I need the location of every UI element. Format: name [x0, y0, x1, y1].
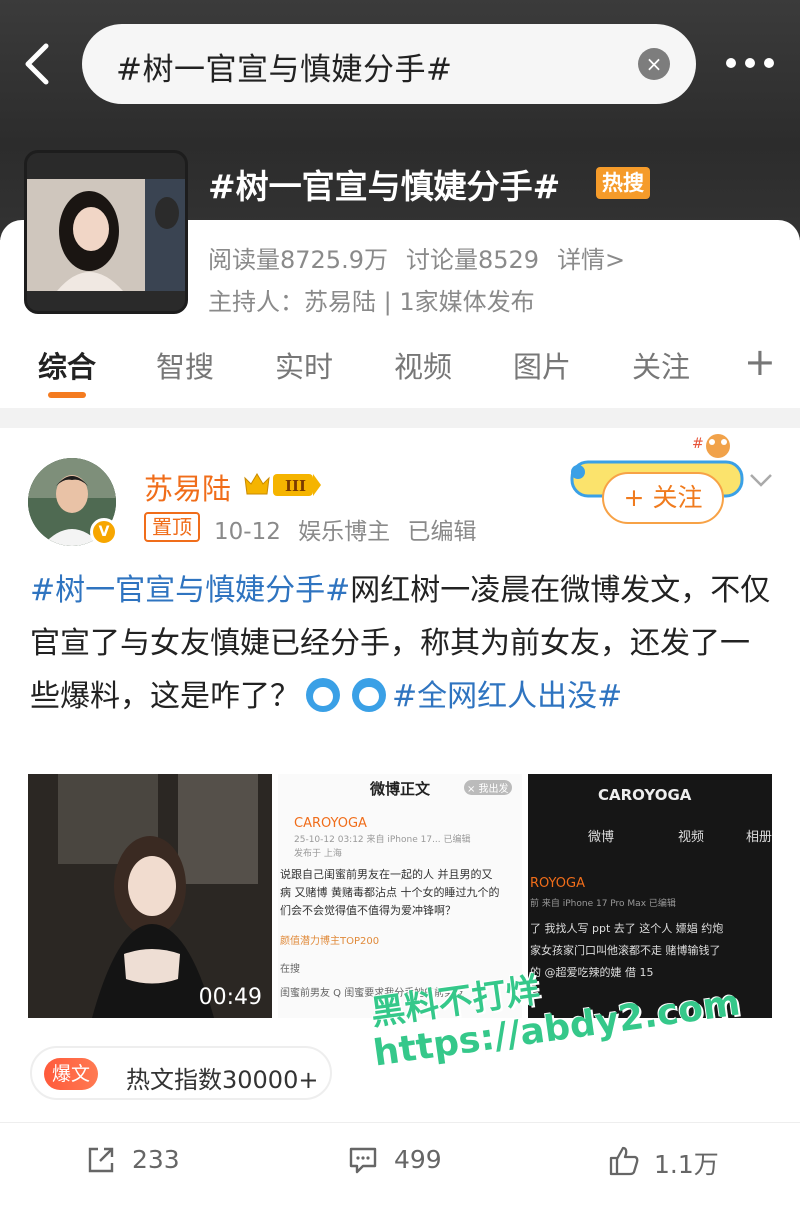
shot2-line: 病 又赌博 黄赌毒都沾点 十个女的睡过九个的: [280, 886, 500, 899]
discussion-count: 讨论量8529: [405, 246, 540, 274]
shot3-line: 了 我找人写 ppt 去了 这个人 嫖娼 约炮: [530, 922, 724, 935]
svg-text:III: III: [285, 477, 306, 495]
shot3-account: ROYOGA: [530, 876, 585, 891]
read-count: 阅读量8725.9万: [208, 246, 388, 274]
hashtag-topic-link[interactable]: #树一官宣与慎婕分手#: [30, 573, 350, 608]
topic-host: 主持人：苏易陆 | 1家媒体发布: [208, 288, 535, 316]
video-thumbnail[interactable]: 00:49: [28, 774, 272, 1018]
doraemon-emoji-icon: [306, 678, 340, 712]
weibo-post: V 苏易陆 III 置顶 10-12 娱乐博主 已编辑 # + 关注 #树一官宣…: [0, 428, 800, 1207]
search-input[interactable]: #树一官宣与慎婕分手# ×: [82, 24, 696, 104]
tab-comprehensive[interactable]: 综合: [38, 344, 96, 386]
pinned-badge: 置顶: [144, 512, 200, 542]
active-tab-indicator: [48, 392, 86, 398]
username[interactable]: 苏易陆: [144, 466, 231, 508]
hot-index-chip[interactable]: 爆文 热文指数30000+: [30, 1046, 332, 1100]
details-link[interactable]: 详情>: [557, 246, 625, 274]
shot2-location: 发布于 上海: [294, 849, 342, 859]
hot-index-text: 热文指数30000+: [126, 1066, 319, 1094]
shot2-line: 颜值潜力博主TOP200: [280, 936, 380, 947]
shot3-title: CAROYOGA: [598, 786, 692, 804]
doraemon-emoji-icon: [352, 678, 386, 712]
topic-cover-image: [24, 150, 188, 314]
chevron-down-icon[interactable]: [748, 470, 774, 490]
tab-smart-search[interactable]: 智搜: [156, 344, 214, 386]
post-meta: 10-12 娱乐博主 已编辑: [214, 512, 486, 546]
vip-crown-icon: III: [244, 473, 321, 496]
comment-icon: [349, 1147, 377, 1174]
hot-search-badge: 热搜: [596, 167, 650, 199]
author-role: 娱乐博主: [298, 519, 391, 545]
comment-count: 499: [394, 1145, 442, 1174]
tab-following[interactable]: 关注: [632, 344, 690, 386]
search-query: #树一官宣与慎婕分手#: [116, 52, 453, 88]
back-icon[interactable]: [18, 40, 58, 88]
shot3-time: 前 来自 iPhone 17 Pro Max 已编辑: [530, 899, 676, 909]
screenshot-image-3[interactable]: CAROYOGA 微博 视频 相册 ROYOGA 前 来自 iPhone 17 …: [528, 774, 772, 1018]
repost-count: 233: [132, 1145, 180, 1174]
viral-post-badge: 爆文: [44, 1058, 99, 1090]
shot3-line: 家女孩家门口叫他滚都不走 赌博输钱了: [530, 944, 721, 957]
shot2-title: 微博正文: [370, 780, 431, 798]
shot3-tab: 相册: [746, 830, 772, 845]
tab-images[interactable]: 图片: [513, 344, 571, 386]
verified-icon: V: [90, 518, 118, 546]
tab-bar: 综合 智搜 实时 视频 图片 关注 +: [0, 340, 800, 408]
post-date: 10-12: [214, 519, 281, 545]
svg-text:#: #: [692, 436, 704, 452]
tab-realtime[interactable]: 实时: [275, 344, 333, 386]
shot3-tab: 微博: [588, 830, 615, 845]
clear-icon[interactable]: ×: [638, 48, 670, 80]
shot2-close: × 我出发: [464, 780, 512, 795]
shot3-tab: 视频: [678, 830, 705, 845]
tab-video[interactable]: 视频: [394, 344, 452, 386]
shot2-line: 在搜: [280, 964, 300, 975]
post-content: #树一官宣与慎婕分手#网红树一凌晨在微博发文，不仅官宣了与女友慎婕已经分手，称其…: [30, 564, 772, 723]
like-count: 1.1万: [654, 1150, 719, 1179]
video-duration: 00:49: [198, 985, 262, 1010]
shot3-line: 的 @超爱吃辣的婕 借 15: [530, 966, 654, 979]
edited-label: 已编辑: [407, 519, 477, 545]
hashtag-celebrity-link[interactable]: #全网红人出没#: [392, 679, 622, 714]
shot2-line: 说跟自己闺蜜前男友在一起的人 并且男的又: [280, 868, 493, 881]
shot2-line: 们会不会觉得值不值得为爱冲锋啊？: [280, 904, 456, 917]
thumbs-up-icon: [609, 1146, 639, 1176]
shot2-time: 25-10-12 03:12 来自 iPhone 17... 已编辑: [294, 835, 471, 845]
topic-stats: 阅读量8725.9万 讨论量8529 详情>: [208, 240, 643, 275]
follow-button[interactable]: + 关注: [602, 472, 724, 524]
topic-title: #树一官宣与慎婕分手#: [208, 167, 561, 206]
more-icon[interactable]: [722, 46, 778, 80]
post-action-bar: 233 499 1.1万: [0, 1122, 800, 1198]
shot2-account: CAROYOGA: [294, 816, 367, 831]
add-tab-icon[interactable]: +: [744, 340, 776, 384]
repost-icon: [88, 1147, 114, 1173]
